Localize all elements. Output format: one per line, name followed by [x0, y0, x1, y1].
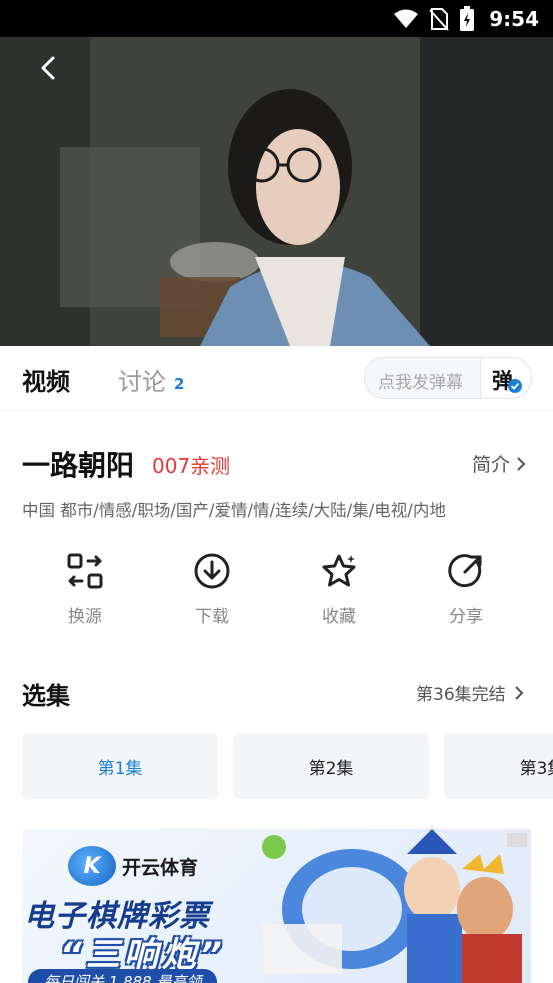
share-icon — [448, 554, 482, 588]
show-title: 一路朝阳 — [22, 449, 135, 482]
status-bar: 9:54 — [0, 0, 553, 37]
ad-banner[interactable]: K 开云体育 电子棋牌彩票 “三响炮” 每日闯关 1,888 最高领 — [22, 829, 531, 983]
tab-discussion[interactable]: 讨论 — [118, 362, 166, 397]
discussion-count-badge: 2 — [174, 375, 185, 393]
status-time: 9:54 — [489, 7, 539, 31]
danmaku-bar: 点我发弹幕 弹 — [364, 357, 532, 399]
danmaku-input[interactable]: 点我发弹幕 — [378, 368, 463, 393]
share-label: 分享 — [449, 607, 483, 627]
episodes-status-label: 第36集完结 — [416, 685, 506, 705]
switch-source-label: 换源 — [68, 607, 102, 627]
back-chevron-left-icon[interactable] — [34, 53, 64, 83]
battery-charging-icon — [460, 6, 475, 31]
intro-label: 简介 — [472, 454, 511, 476]
source-badge: 007亲测 — [152, 454, 231, 478]
video-frame — [0, 37, 553, 346]
banner-brand: K 开云体育 — [68, 846, 198, 886]
episodes-status-link[interactable]: 第36集完结 — [416, 680, 524, 705]
intro-link[interactable]: 简介 — [472, 450, 526, 477]
show-tags: 中国 都市/情感/职场/国产/爱情/情/连续/大陆/集/电视/内地 — [22, 501, 446, 520]
banner-footer: 每日闯关 1,888 最高领 — [28, 969, 218, 983]
share-button[interactable]: 分享 — [411, 552, 521, 627]
check-icon — [508, 379, 522, 393]
tab-video[interactable]: 视频 — [22, 362, 70, 397]
switch-source-button[interactable]: 换源 — [30, 552, 140, 627]
switch-source-icon — [67, 553, 103, 589]
favorite-button[interactable]: 收藏 — [284, 552, 394, 627]
danmaku-toggle-button[interactable]: 弹 — [480, 358, 531, 398]
brand-logo: K — [68, 846, 116, 886]
wifi-icon — [394, 9, 419, 28]
download-icon — [194, 553, 230, 589]
episode-item[interactable]: 第1集 — [22, 733, 218, 799]
star-icon — [322, 554, 356, 587]
action-row: 换源 下载 收藏 分享 — [0, 552, 553, 642]
chevron-right-icon — [514, 685, 524, 700]
tab-bar: 视频 讨论 2 点我发弹幕 弹 — [0, 346, 553, 411]
download-button[interactable]: 下载 — [157, 552, 267, 627]
download-label: 下载 — [195, 607, 229, 627]
episode-item[interactable]: 第2集 — [233, 733, 429, 799]
episode-item[interactable]: 第3集 — [444, 733, 553, 799]
no-sim-icon — [429, 8, 449, 31]
chevron-right-icon — [517, 456, 526, 471]
status-icons: 9:54 — [393, 6, 539, 32]
episodes-title: 选集 — [22, 682, 70, 710]
favorite-label: 收藏 — [322, 607, 356, 627]
video-player[interactable] — [0, 37, 553, 346]
brand-name: 开云体育 — [122, 856, 199, 879]
episode-list: 第1集 第2集 第3集 — [22, 733, 553, 799]
